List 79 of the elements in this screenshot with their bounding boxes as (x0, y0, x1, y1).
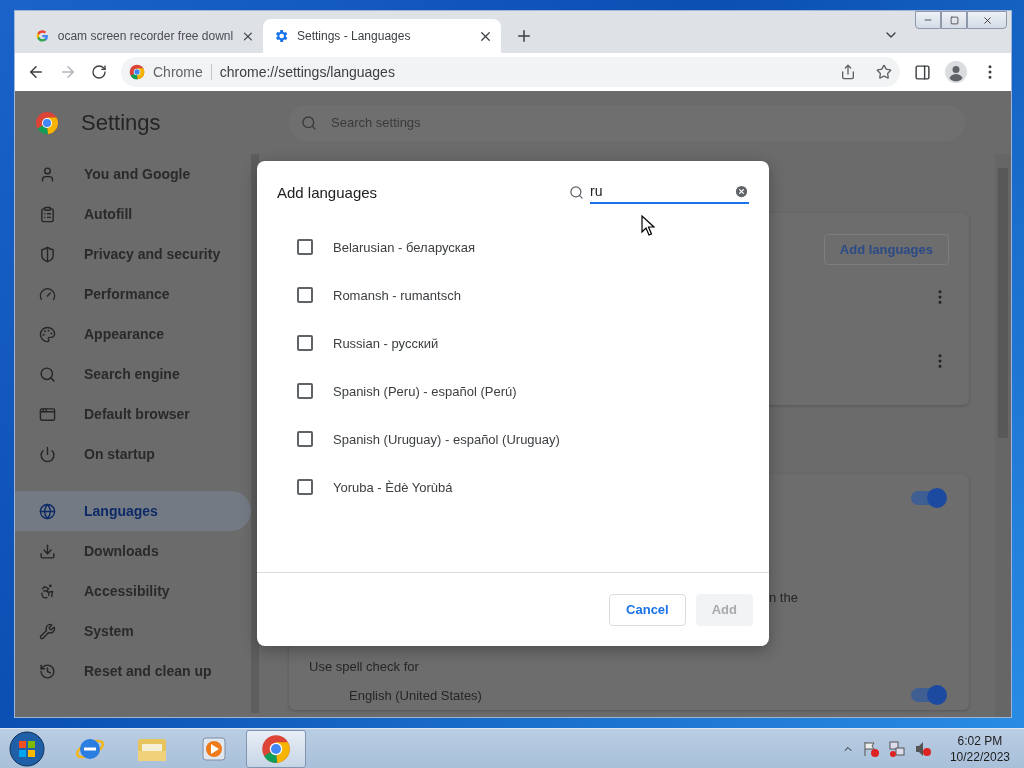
accessibility-icon (39, 582, 56, 600)
search-field[interactable]: ru (590, 180, 749, 204)
settings-title: Settings (81, 109, 161, 136)
sidebar-item[interactable]: Performance (15, 274, 251, 314)
search-icon (39, 365, 56, 383)
language-name: English (United States) (349, 687, 482, 703)
clock[interactable]: 6:02 PM 10/22/2023 (949, 732, 1010, 765)
clipboard-icon (39, 205, 56, 223)
checkbox[interactable] (297, 383, 313, 399)
person-icon (39, 165, 56, 183)
minimize-button[interactable] (915, 11, 941, 29)
maximize-icon (949, 15, 959, 25)
checkbox[interactable] (297, 287, 313, 303)
browser-tab[interactable]: ocam screen recorder free downl (25, 19, 263, 53)
power-icon (39, 445, 56, 463)
search-icon (569, 184, 584, 200)
gauge-icon (39, 285, 56, 303)
cancel-button[interactable]: Cancel (609, 593, 686, 626)
sidebar-item[interactable]: Privacy and security (15, 234, 251, 274)
toggle-switch[interactable] (911, 688, 945, 702)
sidebar-item[interactable]: On startup (15, 434, 251, 474)
language-label: Spanish (Peru) - español (Perú) (333, 383, 517, 399)
address-bar[interactable]: Chrome chrome://settings/languages (121, 57, 900, 87)
globe-icon (39, 502, 56, 520)
gear-icon (273, 28, 289, 44)
chrome-icon (261, 733, 291, 764)
checkbox[interactable] (297, 335, 313, 351)
sidebar-item[interactable]: Default browser (15, 394, 251, 434)
checkbox[interactable] (297, 431, 313, 447)
new-tab-icon[interactable] (515, 27, 533, 45)
close-window-button[interactable] (967, 11, 1007, 29)
add-languages-button[interactable]: Add languages (823, 234, 949, 265)
share-icon[interactable] (840, 64, 856, 80)
close-icon (981, 14, 993, 26)
back-icon[interactable] (27, 63, 45, 81)
shield-icon (39, 245, 56, 263)
description-text: n the (769, 590, 798, 605)
language-label: Yoruba - Èdè Yorùbá (333, 479, 453, 495)
palette-icon (39, 325, 56, 343)
sidebar-item[interactable]: Autofill (15, 194, 251, 234)
maximize-button[interactable] (941, 11, 967, 29)
chrome-icon (129, 64, 145, 80)
chrome-logo (35, 110, 59, 135)
search-icon (301, 114, 317, 131)
language-label: Romansh - rumantsch (333, 287, 461, 303)
spell-check-label: Use spell check for (309, 658, 419, 674)
language-label: Spanish (Uruguay) - español (Uruguay) (333, 431, 560, 447)
browser-tab[interactable]: Settings - Languages (263, 19, 501, 53)
flag-icon[interactable] (861, 739, 880, 758)
history-icon (39, 662, 56, 680)
sidebar-item[interactable]: Appearance (15, 314, 251, 354)
url-text: chrome://settings/languages (219, 64, 396, 80)
profile-avatar-icon[interactable] (945, 61, 967, 83)
media-player-icon[interactable] (200, 734, 228, 763)
mouse-cursor-icon (641, 215, 655, 237)
reload-icon[interactable] (91, 64, 107, 80)
language-label: Russian - русский (333, 335, 439, 351)
browser-window-icon (39, 405, 56, 423)
network-icon[interactable] (887, 739, 906, 758)
side-panel-icon[interactable] (914, 63, 931, 81)
dialog-title: Add languages (277, 183, 378, 201)
start-button[interactable] (8, 729, 46, 768)
sidebar-item[interactable]: Languages (15, 491, 251, 531)
sidebar-item[interactable]: Reset and clean up (15, 651, 251, 691)
sidebar-item[interactable]: You and Google (15, 154, 251, 194)
toggle-switch[interactable] (911, 491, 945, 505)
checkbox[interactable] (297, 479, 313, 495)
site-chip: Chrome (153, 64, 212, 80)
clear-icon[interactable] (734, 183, 749, 199)
wrench-icon (39, 622, 56, 640)
sidebar-item[interactable]: Accessibility (15, 571, 251, 611)
sidebar-item[interactable]: Search engine (15, 354, 251, 394)
checkbox[interactable] (297, 239, 313, 255)
download-icon (39, 542, 56, 560)
g-logo-icon (35, 28, 50, 44)
sidebar-item[interactable]: System (15, 611, 251, 651)
language-label: Belarusian - беларуская (333, 239, 476, 255)
star-icon[interactable] (876, 64, 892, 80)
sidebar-item[interactable]: Downloads (15, 531, 251, 571)
